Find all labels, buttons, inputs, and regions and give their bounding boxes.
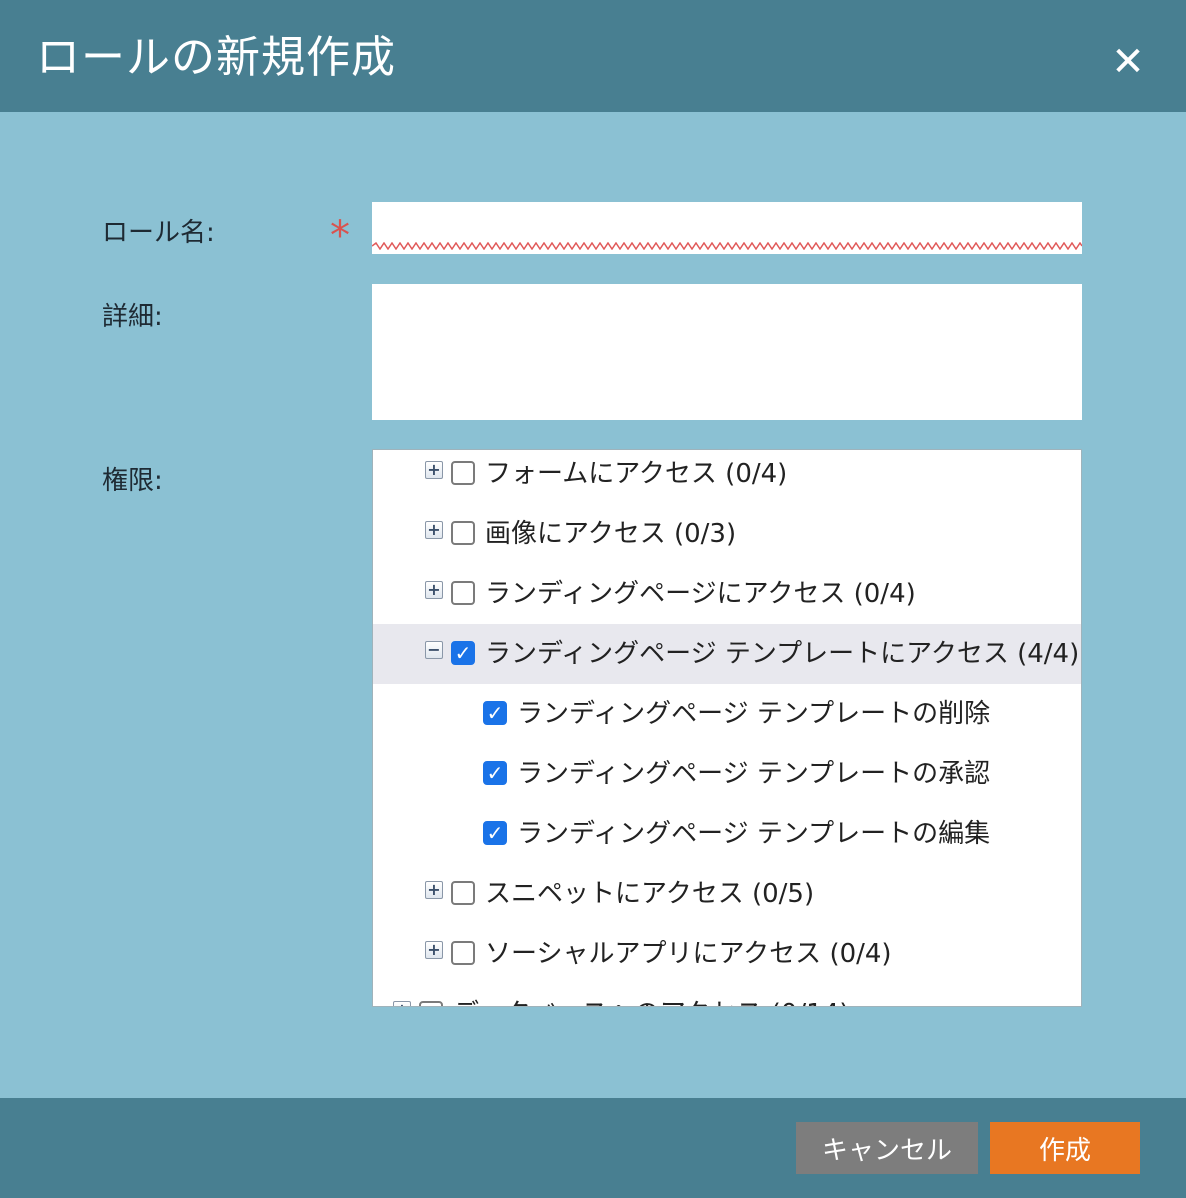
checkbox[interactable]	[451, 581, 475, 605]
tree-row-template-delete[interactable]: ✓ ランディングページ テンプレートの削除	[373, 684, 1081, 744]
collapse-minus-icon[interactable]: −	[425, 641, 443, 659]
permission-label: ランディングページにアクセス (0/4)	[485, 579, 916, 609]
tree-row-template-approve[interactable]: ✓ ランディングページ テンプレートの承認	[373, 744, 1081, 804]
expand-plus-icon[interactable]: +	[425, 581, 443, 599]
description-label: 詳細:	[102, 302, 163, 332]
permission-label: フォームにアクセス (0/4)	[485, 459, 788, 489]
permission-label: ランディングページ テンプレートの編集	[517, 819, 991, 849]
permission-label: 画像にアクセス (0/3)	[485, 519, 737, 549]
tree-row-forms[interactable]: + フォームにアクセス (0/4)	[373, 450, 1081, 504]
cancel-button[interactable]: キャンセル	[796, 1122, 978, 1174]
tree-row-snippets[interactable]: + スニペットにアクセス (0/5)	[373, 864, 1081, 924]
tree-row-social-apps[interactable]: + ソーシャルアプリにアクセス (0/4)	[373, 924, 1081, 984]
tree-row-template-edit[interactable]: ✓ ランディングページ テンプレートの編集	[373, 804, 1081, 864]
description-textarea[interactable]	[372, 284, 1082, 420]
checkbox-checked[interactable]: ✓	[483, 821, 507, 845]
checkbox[interactable]	[451, 941, 475, 965]
permission-label: スニペットにアクセス (0/5)	[485, 879, 815, 909]
spellcheck-underline	[372, 242, 1082, 250]
checkbox-checked[interactable]: ✓	[483, 761, 507, 785]
dialog-header: ロールの新規作成 ✕	[0, 0, 1186, 112]
tree-row-landing-page-templates[interactable]: − ✓ ランディングページ テンプレートにアクセス (4/4)	[373, 624, 1081, 684]
dialog-title: ロールの新規作成	[36, 32, 396, 83]
permissions-tree[interactable]: + フォームにアクセス (0/4) + 画像にアクセス (0/3) + ランディ…	[372, 449, 1082, 1007]
tree-row-images[interactable]: + 画像にアクセス (0/3)	[373, 504, 1081, 564]
required-indicator: *	[330, 213, 350, 259]
permission-label: ランディングページ テンプレートの承認	[517, 759, 991, 789]
checkbox[interactable]	[419, 1001, 443, 1006]
expand-plus-icon[interactable]: +	[425, 461, 443, 479]
permission-label: データベースへのアクセス (0/14)	[453, 984, 849, 1006]
close-icon[interactable]: ✕	[1104, 38, 1152, 86]
expand-plus-icon[interactable]: +	[393, 1001, 411, 1006]
permission-label: ランディングページ テンプレートにアクセス (4/4)	[485, 639, 1080, 669]
checkbox[interactable]	[451, 881, 475, 905]
expand-plus-icon[interactable]: +	[425, 941, 443, 959]
checkbox[interactable]	[451, 521, 475, 545]
role-name-label: ロール名:	[102, 218, 215, 248]
tree-row-landing-pages[interactable]: + ランディングページにアクセス (0/4)	[373, 564, 1081, 624]
permission-label: ランディングページ テンプレートの削除	[517, 699, 991, 729]
checkbox-checked[interactable]: ✓	[483, 701, 507, 725]
tree-row-database[interactable]: + データベースへのアクセス (0/14)	[373, 984, 1081, 1006]
permissions-label: 権限:	[102, 466, 163, 496]
checkbox-checked[interactable]: ✓	[451, 641, 475, 665]
create-button[interactable]: 作成	[990, 1122, 1140, 1174]
expand-plus-icon[interactable]: +	[425, 521, 443, 539]
permission-label: ソーシャルアプリにアクセス (0/4)	[485, 939, 892, 969]
expand-plus-icon[interactable]: +	[425, 881, 443, 899]
checkbox[interactable]	[451, 461, 475, 485]
